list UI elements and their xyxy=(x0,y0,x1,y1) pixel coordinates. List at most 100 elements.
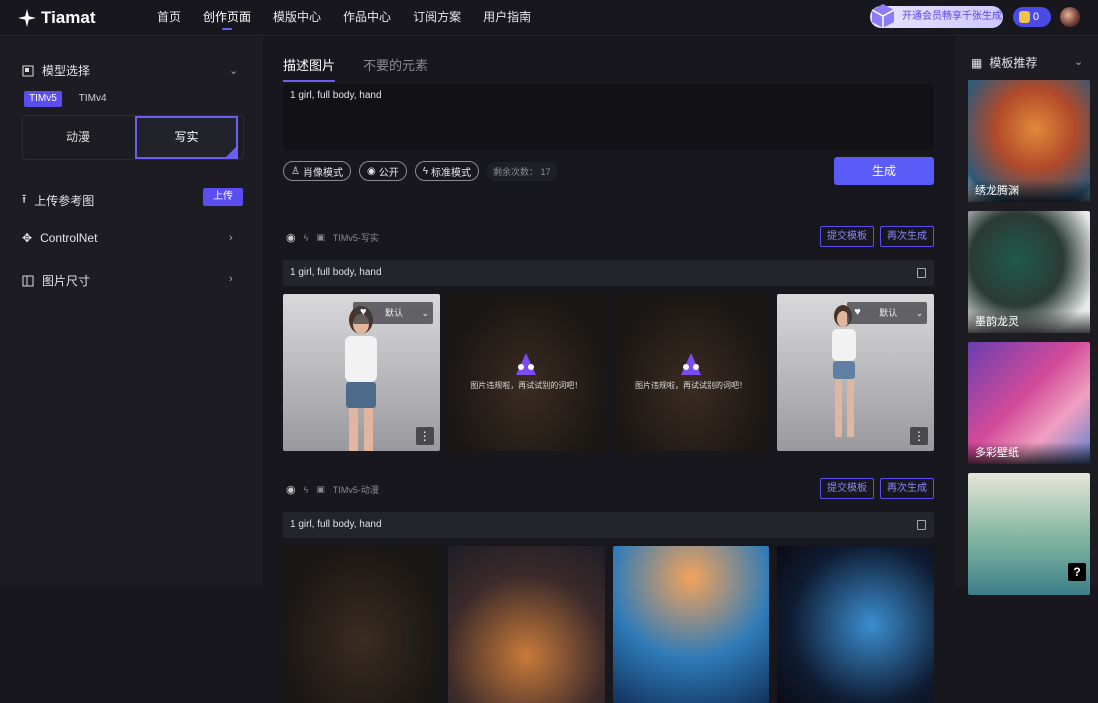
chevron-down-icon[interactable]: ⌄ xyxy=(1074,55,1083,68)
upload-reference-row: ⭱ 上传参考图 xyxy=(22,190,94,211)
help-button[interactable]: ? xyxy=(1068,563,1086,581)
generate-button[interactable]: 生成 xyxy=(834,157,934,185)
template-panel-title: 模板推荐 xyxy=(989,56,1038,70)
group-prompt-text: 1 girl, full body, hand xyxy=(290,267,382,278)
prompt-input[interactable]: 1 girl, full body, hand xyxy=(283,84,934,150)
remaining-count: 剩余次数： 17 xyxy=(487,161,557,181)
vip-text: 开通会员畅享千张生成 xyxy=(902,11,1002,22)
coin-balance[interactable]: 0 xyxy=(1013,7,1051,27)
upload-label: 上传参考图 xyxy=(34,194,95,208)
nav-works[interactable]: 作品中心 xyxy=(343,0,391,36)
heart-icon[interactable]: ♥ xyxy=(360,306,367,318)
model-icon: ▣ xyxy=(316,232,325,242)
variant-label: 默认 xyxy=(385,308,404,318)
more-icon[interactable]: ⋮ xyxy=(415,427,434,445)
group-actions: 提交模板 再次生成 xyxy=(820,226,934,247)
tab-describe[interactable]: 描述图片 xyxy=(283,55,336,82)
group-prompt-text: 1 girl, full body, hand xyxy=(290,519,382,530)
chevron-right-icon[interactable]: › xyxy=(229,273,233,285)
model-icon: ▣ xyxy=(316,484,325,494)
submit-template-button[interactable]: 提交模板 xyxy=(820,226,874,247)
grid-icon: ▦ xyxy=(971,55,983,70)
template-card[interactable]: 绣龙腾渊 xyxy=(968,80,1090,202)
template-card-label: 绣龙腾渊 xyxy=(968,180,1090,202)
regenerate-button[interactable]: 再次生成 xyxy=(880,478,934,499)
more-icon[interactable]: ⋮ xyxy=(910,427,928,445)
person-icon: ♙ xyxy=(291,165,300,177)
copy-icon[interactable] xyxy=(917,520,926,530)
group-prompt: 1 girl, full body, hand xyxy=(283,260,934,286)
group-meta: ◉ ϟ ▣ TIMv5-写实 xyxy=(286,231,379,244)
portrait-mode-pill[interactable]: ♙ 肖像模式 xyxy=(283,161,351,181)
controlnet-label: ControlNet xyxy=(40,231,98,245)
lightning-icon: ϟ xyxy=(422,165,428,177)
left-panel: 模型选择 ⌄ TIMv5 TIMv4 动漫 写实 ⭱ 上传参考图 上传 ✥ Co… xyxy=(0,37,262,585)
result-image[interactable] xyxy=(777,546,934,703)
option-pills: ♙ 肖像模式 ◉ 公开 ϟ 标准模式 剩余次数： 17 xyxy=(283,161,557,181)
group-actions: 提交模板 再次生成 xyxy=(820,478,934,499)
avatar[interactable] xyxy=(1060,7,1080,27)
template-panel: ▦ 模板推荐 ⌄ 绣龙腾渊 墨韵龙灵 多彩壁纸 xyxy=(955,37,1098,595)
nav-subscribe[interactable]: 订阅方案 xyxy=(413,0,461,36)
upload-button[interactable]: 上传 xyxy=(203,188,243,206)
chevron-down-icon[interactable]: ⌄ xyxy=(229,64,238,77)
regenerate-button[interactable]: 再次生成 xyxy=(880,226,934,247)
template-card-label: 墨韵龙灵 xyxy=(968,311,1090,333)
style-realistic-label: 写实 xyxy=(174,130,199,144)
model-tags: TIMv5 TIMv4 xyxy=(24,91,112,107)
prompt-tabs: 描述图片 不要的元素 xyxy=(283,55,428,82)
nav-templates[interactable]: 模版中心 xyxy=(273,0,321,36)
result-group: ◉ ϟ ▣ TIMv5-写实 提交模板 再次生成 1 girl, full bo… xyxy=(283,226,934,451)
group-header: ◉ ϟ ▣ TIMv5-写实 提交模板 再次生成 xyxy=(283,226,934,250)
result-image[interactable] xyxy=(447,546,605,703)
variant-label: 默认 xyxy=(879,308,898,318)
lightning-icon: ϟ xyxy=(303,232,309,243)
template-card[interactable]: 墨韵龙灵 xyxy=(968,211,1090,333)
upload-icon: ⭱ xyxy=(22,192,27,206)
chevron-right-icon[interactable]: › xyxy=(229,232,233,244)
standard-mode-pill[interactable]: ϟ 标准模式 xyxy=(414,161,479,181)
nav-create[interactable]: 创作页面 xyxy=(203,0,251,36)
model-select-header[interactable]: 模型选择 xyxy=(22,62,90,79)
tab-negative[interactable]: 不要的元素 xyxy=(363,55,428,82)
diamond-icon xyxy=(871,4,895,28)
chevron-down-icon: ⌄ xyxy=(421,308,430,318)
size-icon xyxy=(22,275,34,286)
nav-guide[interactable]: 用户指南 xyxy=(483,0,531,36)
eye-icon[interactable]: ◉ xyxy=(286,483,296,496)
result-image[interactable] xyxy=(612,546,770,703)
result-image[interactable]: 默认 ⌄ ♥ ⋮ xyxy=(283,294,440,451)
template-card[interactable]: 多彩壁纸 xyxy=(968,342,1090,464)
model-tag-timv5[interactable]: TIMv5 xyxy=(24,91,62,107)
heart-icon[interactable]: ♥ xyxy=(854,306,861,318)
submit-template-button[interactable]: 提交模板 xyxy=(820,478,874,499)
image-size-label: 图片尺寸 xyxy=(42,274,91,288)
nav-home[interactable]: 首页 xyxy=(157,0,181,36)
public-label: 公开 xyxy=(378,167,399,179)
style-selector: 动漫 写实 xyxy=(22,115,244,160)
group-model-label: TIMv5-动漫 xyxy=(332,485,379,495)
controlnet-row[interactable]: ✥ ControlNet xyxy=(22,231,97,245)
logo[interactable]: Tiamat xyxy=(18,8,96,28)
template-panel-header[interactable]: ▦ 模板推荐 xyxy=(971,54,1037,71)
violation-image: 图片违规啦，再试试别的词吧！ xyxy=(447,294,605,451)
result-image[interactable]: 默认 ⌄ ♥ ⋮ xyxy=(777,294,934,451)
portrait-mode-label: 肖像模式 xyxy=(302,167,343,179)
coin-icon xyxy=(1019,11,1030,23)
style-realistic-option[interactable]: 写实 xyxy=(135,116,238,159)
top-bar: Tiamat 首页 创作页面 模版中心 作品中心 订阅方案 用户指南 开通会员畅… xyxy=(0,0,1098,36)
violation-image: 图片违规啦，再试试别的词吧！ xyxy=(612,294,770,451)
eye-icon[interactable]: ◉ xyxy=(286,231,296,244)
result-group: ◉ ϟ ▣ TIMv5-动漫 提交模板 再次生成 1 girl, full bo… xyxy=(283,478,934,703)
public-pill[interactable]: ◉ 公开 xyxy=(358,161,407,181)
model-icon xyxy=(22,65,34,76)
vip-banner-button[interactable]: 开通会员畅享千张生成 xyxy=(870,4,1003,28)
image-size-row[interactable]: 图片尺寸 xyxy=(22,272,90,289)
model-tag-timv4[interactable]: TIMv4 xyxy=(74,91,112,107)
main-area: 描述图片 不要的元素 1 girl, full body, hand ♙ 肖像模式… xyxy=(263,37,955,703)
violation-text: 图片违规啦，再试试别的词吧！ xyxy=(635,381,747,390)
style-anime-option[interactable]: 动漫 xyxy=(23,116,133,159)
template-card-label: 多彩壁纸 xyxy=(968,442,1090,464)
result-image[interactable] xyxy=(283,546,440,703)
copy-icon[interactable] xyxy=(917,268,926,278)
